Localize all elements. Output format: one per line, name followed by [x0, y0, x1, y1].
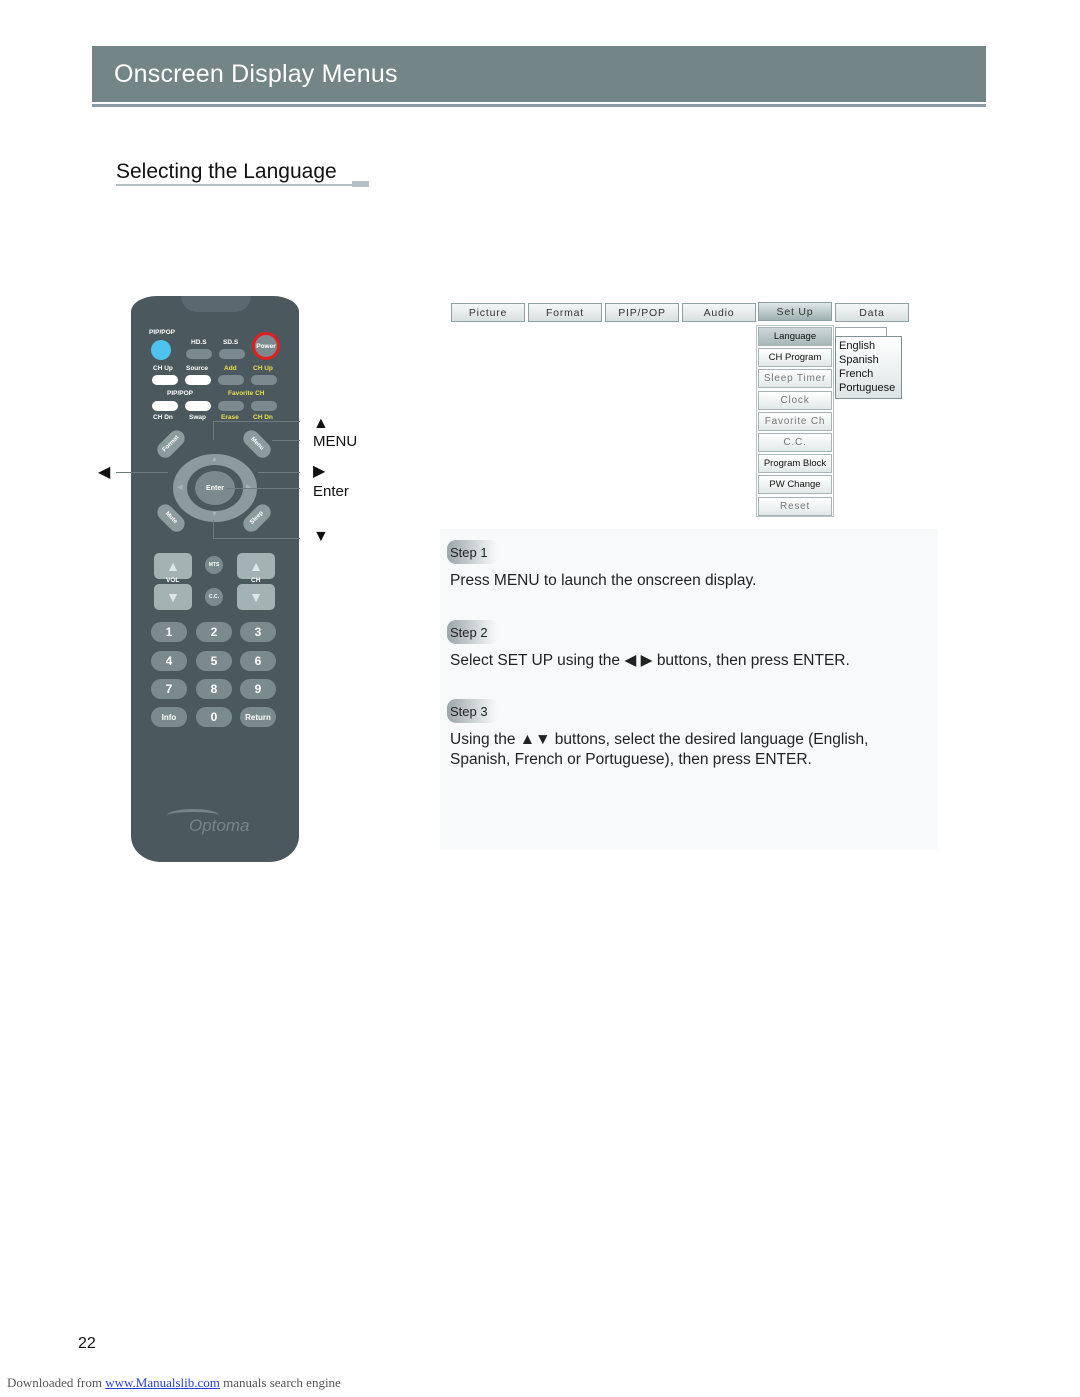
section-underline: [116, 184, 352, 186]
setup-item-sleep-timer[interactable]: Sleep Timer: [758, 369, 832, 389]
steps-panel: Step 1 Press MENU to launch the onscreen…: [440, 529, 938, 850]
remote-control: PIP/POP HD.S SD.S Power CH Up Source Add…: [131, 296, 299, 862]
step-3-text: Using the ▲▼ buttons, select the desired…: [450, 731, 869, 768]
pip-pop-button[interactable]: [151, 340, 171, 360]
remote-label-hds: HD.S: [191, 339, 207, 346]
remote-label-swap: Swap: [189, 414, 206, 421]
vol-label: VOL: [166, 577, 180, 584]
manualslib-link[interactable]: www.Manualslib.com: [105, 1375, 220, 1390]
remote-label-ch-up-fav: CH Up: [253, 365, 273, 372]
remote-label-erase: Erase: [221, 414, 239, 421]
down-arrow-icon: ▼: [313, 528, 329, 545]
setup-item-clock[interactable]: Clock: [758, 390, 832, 410]
key-7-button[interactable]: 7: [151, 679, 187, 699]
remote-label-ch-dn: CH Dn: [153, 414, 173, 421]
brand-logo: Optoma: [189, 816, 250, 835]
ch-label: CH: [251, 577, 261, 584]
osd-tab-audio[interactable]: Audio: [682, 303, 756, 322]
dpad-right-icon[interactable]: ▶: [246, 483, 251, 491]
key-return-button[interactable]: Return: [240, 707, 276, 727]
key-0-button[interactable]: 0: [196, 707, 232, 727]
right-arrow-icon: ▶: [313, 463, 326, 480]
page-title: Onscreen Display Menus: [114, 60, 398, 88]
step-3-badge: Step 3: [447, 699, 499, 723]
vol-up-button[interactable]: ▲: [154, 553, 192, 579]
section-underline-tab: [352, 181, 369, 187]
step-1-text: Press MENU to launch the onscreen displa…: [450, 572, 757, 589]
remote-label-pip-pop: PIP/POP: [149, 329, 176, 336]
dpad-left-icon[interactable]: ◀: [177, 483, 182, 491]
hds-button[interactable]: [186, 349, 212, 359]
step-2-badge: Step 2: [447, 620, 499, 644]
osd-tab-picture[interactable]: Picture: [451, 303, 525, 322]
step-1-badge: Step 1: [447, 540, 499, 564]
dpad-down-icon[interactable]: ▼: [211, 511, 218, 518]
up-down-arrows-icon: ▲▼: [519, 731, 551, 748]
erase-button[interactable]: [218, 401, 244, 411]
add-button[interactable]: [218, 375, 244, 385]
remote-label-ch-dn-fav: CH Dn: [253, 414, 273, 421]
remote-label-add: Add: [224, 365, 237, 372]
vol-down-button[interactable]: ▼: [154, 584, 192, 610]
remote-label-pip-pop-2: PIP/POP: [167, 390, 194, 397]
remote-label-ch-up: CH Up: [153, 365, 173, 372]
power-button[interactable]: Power: [252, 332, 280, 360]
up-arrow-icon: ▲: [313, 415, 329, 432]
setup-item-pw-change[interactable]: PW Change: [758, 475, 832, 495]
fav-ch-dn-button[interactable]: [251, 401, 277, 411]
language-popup: English Spanish French Portuguese: [835, 336, 902, 399]
enter-callout-label: Enter: [313, 483, 349, 500]
setup-item-language[interactable]: Language: [758, 327, 832, 346]
setup-item-reset[interactable]: Reset: [758, 496, 832, 516]
footer: Downloaded from www.Manualslib.com manua…: [7, 1375, 341, 1390]
header-bar: Onscreen Display Menus: [92, 46, 986, 102]
section-title: Selecting the Language: [116, 160, 337, 183]
key-info-button[interactable]: Info: [151, 707, 187, 727]
setup-item-program-block[interactable]: Program Block: [758, 454, 832, 474]
key-8-button[interactable]: 8: [196, 679, 232, 699]
language-option-spanish[interactable]: Spanish: [839, 353, 898, 367]
dpad-up-icon[interactable]: ▲: [211, 456, 218, 463]
left-arrow-icon: ◀: [98, 464, 111, 481]
pip-ch-dn-button[interactable]: [152, 401, 178, 411]
step-2-text: Select SET UP using the ◀ ▶ buttons, the…: [450, 652, 850, 669]
key-9-button[interactable]: 9: [240, 679, 276, 699]
remote-label-sds: SD.S: [223, 339, 239, 346]
remote-top-edge: [181, 296, 251, 312]
osd-tab-format[interactable]: Format: [528, 303, 602, 322]
osd-tab-set-up[interactable]: Set Up: [758, 302, 832, 321]
key-4-button[interactable]: 4: [151, 651, 187, 671]
key-3-button[interactable]: 3: [240, 622, 276, 642]
source-button[interactable]: [185, 375, 211, 385]
language-option-portuguese[interactable]: Portuguese: [839, 381, 898, 395]
cc-button[interactable]: C.C.: [205, 588, 223, 606]
remote-label-favorite-ch: Favorite CH: [228, 390, 265, 397]
menu-callout-label: MENU: [313, 433, 358, 450]
setup-item-favorite-ch[interactable]: Favorite Ch: [758, 411, 832, 431]
osd-tab-data[interactable]: Data: [835, 303, 909, 322]
key-5-button[interactable]: 5: [196, 651, 232, 671]
header-rule: [92, 104, 986, 107]
mts-button[interactable]: MTS: [205, 556, 223, 574]
ch-up-button[interactable]: [152, 375, 178, 385]
remote-label-source: Source: [186, 365, 209, 372]
swap-button[interactable]: [185, 401, 211, 411]
setup-item-c-c[interactable]: C.C.: [758, 433, 832, 452]
left-right-arrows-icon: ◀ ▶: [624, 652, 653, 669]
osd-tab-pip-pop[interactable]: PIP/POP: [605, 303, 679, 322]
key-1-button[interactable]: 1: [151, 622, 187, 642]
language-option-french[interactable]: French: [839, 367, 898, 381]
key-2-button[interactable]: 2: [196, 622, 232, 642]
setup-item-ch-program[interactable]: CH Program: [758, 348, 832, 368]
page-number: 22: [78, 1335, 96, 1352]
sds-button[interactable]: [219, 349, 245, 359]
language-option-english[interactable]: English: [839, 339, 898, 353]
ch-down-large-button[interactable]: ▼: [237, 584, 275, 610]
ch-up-large-button[interactable]: ▲: [237, 553, 275, 579]
fav-ch-up-button[interactable]: [251, 375, 277, 385]
key-6-button[interactable]: 6: [240, 651, 276, 671]
